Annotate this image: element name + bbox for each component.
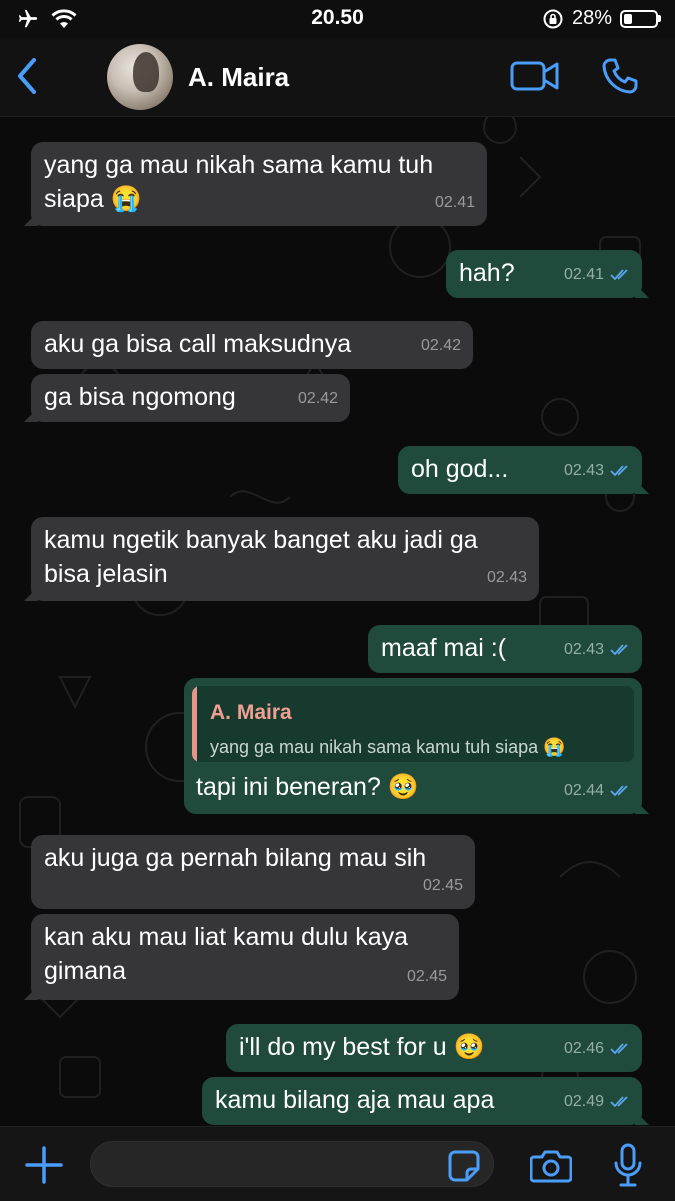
message-incoming[interactable]: kamu ngetik banyak banget aku jadi ga bi… xyxy=(31,517,539,601)
message-time: 02.41 xyxy=(434,194,475,211)
plus-icon[interactable] xyxy=(24,1145,64,1185)
reply-quote-author: A. Maira xyxy=(210,701,292,724)
status-right: 28% xyxy=(542,7,661,30)
avatar[interactable] xyxy=(107,44,173,110)
message-text: ga bisa ngomong xyxy=(44,383,236,411)
reply-quote[interactable]: A. Maira yang ga mau nikah sama kamu tuh… xyxy=(192,686,634,762)
message-input-bar xyxy=(0,1126,675,1201)
read-receipt-icon xyxy=(610,1043,628,1055)
message-time: 02.45 xyxy=(406,968,447,985)
message-time: 02.42 xyxy=(297,390,338,407)
reply-quote-bar xyxy=(192,686,197,762)
reply-quote-text: yang ga mau nikah sama kamu tuh siapa 😭 xyxy=(210,737,566,757)
read-receipt-icon xyxy=(610,269,628,281)
microphone-icon[interactable] xyxy=(612,1143,644,1187)
camera-icon[interactable] xyxy=(530,1147,572,1183)
chat-area[interactable]: yang ga mau nikah sama kamu tuh siapa 😭 … xyxy=(0,117,675,1126)
message-outgoing[interactable]: maaf mai :( 02.43 xyxy=(368,625,642,673)
read-receipt-icon xyxy=(610,465,628,477)
message-time: 02.41 xyxy=(563,266,604,283)
read-receipt-icon xyxy=(610,785,628,797)
message-text: aku juga ga pernah bilang mau sih xyxy=(44,844,427,872)
sticker-icon[interactable] xyxy=(447,1149,481,1183)
phone-icon[interactable] xyxy=(600,56,640,96)
message-time: 02.45 xyxy=(422,877,463,894)
message-outgoing-reply[interactable]: A. Maira yang ga mau nikah sama kamu tuh… xyxy=(184,678,642,814)
battery-percent: 28% xyxy=(571,7,612,29)
status-bar: 20.50 28% xyxy=(0,0,675,38)
contact-name[interactable]: A. Maira xyxy=(188,62,289,93)
message-text: tapi ini beneran? 🥹 xyxy=(196,773,419,801)
read-receipt-icon xyxy=(610,644,628,656)
message-text: kamu ngetik banyak banget aku jadi ga bi… xyxy=(44,526,478,588)
message-time: 02.49 xyxy=(563,1093,604,1110)
message-input[interactable] xyxy=(90,1141,494,1187)
video-call-icon[interactable] xyxy=(510,58,560,94)
message-text: yang ga mau nikah sama kamu tuh siapa 😭 xyxy=(44,151,434,213)
message-time: 02.43 xyxy=(563,462,604,479)
message-incoming[interactable]: ga bisa ngomong 02.42 xyxy=(31,374,350,422)
message-incoming[interactable]: kan aku mau liat kamu dulu kaya gimana 0… xyxy=(31,914,459,1000)
message-text: aku ga bisa call maksudnya xyxy=(44,330,352,358)
message-time: 02.46 xyxy=(563,1040,604,1057)
message-time: 02.44 xyxy=(563,782,604,799)
back-chevron-icon[interactable] xyxy=(12,56,44,96)
chat-header: A. Maira xyxy=(0,38,675,117)
read-receipt-icon xyxy=(610,1096,628,1108)
message-text: kan aku mau liat kamu dulu kaya gimana xyxy=(44,923,409,985)
message-outgoing[interactable]: oh god... 02.43 xyxy=(398,446,642,494)
message-outgoing[interactable]: hah? 02.41 xyxy=(446,250,642,298)
orientation-lock-icon xyxy=(543,9,563,28)
message-incoming[interactable]: aku ga bisa call maksudnya 02.42 xyxy=(31,321,473,369)
message-time: 02.42 xyxy=(420,337,461,354)
message-outgoing[interactable]: i'll do my best for u 🥹 02.46 xyxy=(226,1024,642,1072)
message-time: 02.43 xyxy=(563,641,604,658)
battery-fill xyxy=(624,13,632,24)
message-time: 02.43 xyxy=(486,569,527,586)
message-incoming[interactable]: yang ga mau nikah sama kamu tuh siapa 😭 … xyxy=(31,142,487,226)
battery-icon xyxy=(620,9,658,28)
message-incoming[interactable]: aku juga ga pernah bilang mau sih 02.45 xyxy=(31,835,475,909)
message-outgoing[interactable]: kamu bilang aja mau apa 02.49 xyxy=(202,1077,642,1125)
